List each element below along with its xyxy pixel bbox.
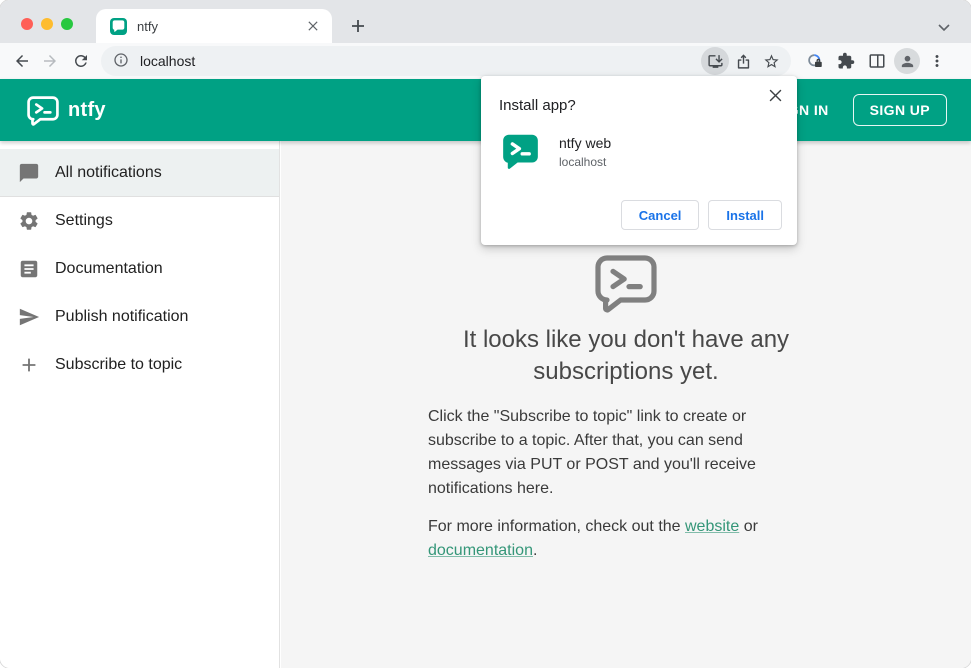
extensions-puzzle-icon[interactable] xyxy=(832,47,860,75)
send-icon xyxy=(19,308,40,326)
tab-title: ntfy xyxy=(137,18,158,34)
sidebar-item-documentation[interactable]: Documentation xyxy=(0,245,279,293)
sign-up-button[interactable]: SIGN UP xyxy=(852,94,947,126)
tab-close-icon[interactable] xyxy=(304,17,322,35)
gear-icon xyxy=(20,212,38,230)
install-app-icon[interactable] xyxy=(701,47,729,75)
forward-icon[interactable] xyxy=(36,47,64,75)
share-icon[interactable] xyxy=(729,47,757,75)
browser-tab-ntfy[interactable]: ntfy xyxy=(96,9,332,43)
chat-bubble-icon xyxy=(19,163,39,182)
back-icon[interactable] xyxy=(8,47,36,75)
extension-lock-icon[interactable] xyxy=(801,47,829,75)
address-bar[interactable]: localhost xyxy=(101,46,791,76)
sidebar-item-settings[interactable]: Settings xyxy=(0,197,279,245)
sidebar-item-label: Publish notification xyxy=(55,308,189,325)
brand-name: ntfy xyxy=(68,98,106,121)
cancel-button[interactable]: Cancel xyxy=(620,200,700,230)
reload-icon[interactable] xyxy=(67,47,95,75)
dialog-buttons: Cancel Install xyxy=(620,200,782,230)
ntfy-favicon-icon xyxy=(110,17,127,35)
more-info-middle: or xyxy=(739,518,758,535)
article-icon xyxy=(20,260,38,278)
plus-icon xyxy=(22,358,36,372)
profile-avatar-icon[interactable] xyxy=(894,48,920,74)
minimize-window-button[interactable] xyxy=(41,18,53,30)
browser-window: ntfy localhost ntfy SIGN IN SIGN UP All … xyxy=(0,0,971,668)
dialog-title: Install app? xyxy=(499,97,576,114)
side-panel-icon[interactable] xyxy=(863,47,891,75)
documentation-link[interactable]: documentation xyxy=(428,542,533,559)
browser-toolbar: localhost xyxy=(0,43,971,79)
page-info-icon[interactable] xyxy=(113,52,131,70)
sidebar-item-label: Settings xyxy=(55,212,113,229)
sidebar: All notifications Settings Documentation… xyxy=(0,141,280,668)
sidebar-item-label: Documentation xyxy=(55,260,163,277)
url-text[interactable]: localhost xyxy=(140,53,701,69)
more-info-suffix: . xyxy=(532,542,538,559)
ntfy-logo-icon xyxy=(27,95,59,126)
ntfy-empty-state-logo-icon xyxy=(593,253,659,313)
empty-state-text: Click the "Subscribe to topic" link to c… xyxy=(428,405,778,563)
empty-state-heading: It looks like you don't have any subscri… xyxy=(462,326,790,385)
ntfy-app-icon xyxy=(502,133,539,170)
more-info-prefix: For more information, check out the xyxy=(428,518,685,535)
tab-search-chevron-icon[interactable] xyxy=(937,20,953,36)
dialog-close-icon[interactable] xyxy=(764,84,786,106)
website-link[interactable]: website xyxy=(685,518,739,535)
install-button[interactable]: Install xyxy=(708,200,782,230)
sidebar-item-publish-notification[interactable]: Publish notification xyxy=(0,293,279,341)
intro-paragraph: Click the "Subscribe to topic" link to c… xyxy=(428,408,756,497)
more-info-paragraph: For more information, check out the webs… xyxy=(428,515,778,563)
install-app-dialog: Install app? ntfy web localhost Cancel I… xyxy=(481,76,797,245)
browser-menu-icon[interactable] xyxy=(923,47,951,75)
dialog-app-name: ntfy web xyxy=(559,135,612,151)
bookmark-star-icon[interactable] xyxy=(757,47,785,75)
sidebar-item-all-notifications[interactable]: All notifications xyxy=(0,149,279,197)
close-window-button[interactable] xyxy=(21,18,33,30)
tab-strip: ntfy xyxy=(0,0,971,43)
new-tab-button[interactable] xyxy=(346,14,370,38)
extension-area xyxy=(801,47,951,75)
window-controls xyxy=(21,18,73,30)
sidebar-item-label: Subscribe to topic xyxy=(55,356,183,373)
zoom-window-button[interactable] xyxy=(61,18,73,30)
dialog-app-origin: localhost xyxy=(559,155,607,169)
sidebar-item-subscribe-to-topic[interactable]: Subscribe to topic xyxy=(0,341,279,389)
sidebar-item-label: All notifications xyxy=(55,163,162,181)
